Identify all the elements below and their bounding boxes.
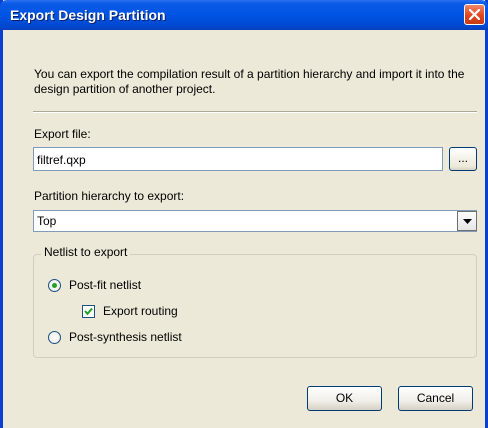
dialog-title: Export Design Partition — [10, 7, 166, 23]
export-routing-checkbox[interactable] — [82, 305, 95, 318]
partition-selected-value: Top — [37, 214, 57, 228]
partition-hierarchy-select[interactable]: Top — [33, 210, 477, 232]
netlist-group-label: Netlist to export — [41, 245, 131, 259]
browse-button[interactable]: ... — [449, 147, 477, 171]
export-routing-label[interactable]: Export routing — [103, 304, 178, 318]
partition-dropdown-button[interactable] — [457, 211, 477, 231]
export-file-label: Export file: — [34, 127, 91, 141]
post-fit-label[interactable]: Post-fit netlist — [69, 278, 141, 292]
checkmark-icon — [84, 307, 93, 316]
close-button[interactable] — [464, 4, 485, 25]
partition-hierarchy-label: Partition hierarchy to export: — [34, 189, 185, 203]
close-x-icon — [469, 9, 480, 20]
cancel-button[interactable]: Cancel — [398, 386, 473, 411]
post-synthesis-label[interactable]: Post-synthesis netlist — [69, 330, 182, 344]
radio-selected-dot — [52, 283, 57, 288]
ok-button[interactable]: OK — [307, 386, 382, 411]
description-text: You can export the compilation result of… — [34, 67, 465, 96]
export-design-partition-dialog: Export Design Partition You can export t… — [0, 0, 488, 428]
post-fit-radio[interactable] — [48, 279, 61, 292]
title-bar[interactable]: Export Design Partition — [0, 0, 488, 30]
export-file-input[interactable]: filtref.qxp — [33, 147, 443, 171]
separator — [33, 111, 477, 113]
chevron-down-icon — [463, 219, 472, 224]
post-synthesis-radio[interactable] — [48, 331, 61, 344]
